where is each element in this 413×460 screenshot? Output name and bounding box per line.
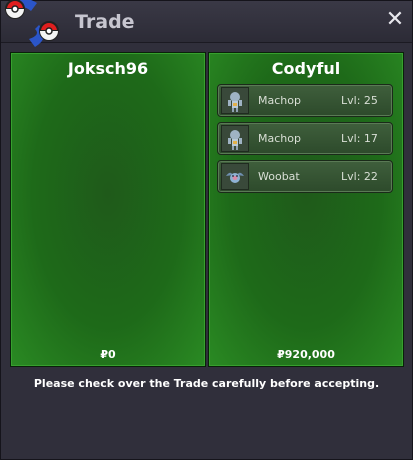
- player-name-left: Joksch96: [67, 59, 149, 78]
- machop-sprite-icon: [221, 125, 249, 152]
- trade-item-slot[interactable]: Woobat Lvl: 22: [217, 160, 393, 193]
- close-icon[interactable]: ✕: [384, 9, 406, 31]
- my-offer-panel[interactable]: Joksch96 ₽0: [10, 52, 206, 367]
- window-title: Trade: [75, 11, 135, 33]
- partner-offer-panel: Codyful Machop Lvl: 25 Machop Lvl: 17 Wo…: [208, 52, 404, 367]
- trade-item-slot[interactable]: Machop Lvl: 25: [217, 84, 393, 117]
- trade-window: Trade ✕ Joksch96 ₽0 Codyful Machop Lvl: …: [0, 0, 413, 460]
- item-level: Lvl: 17: [341, 132, 378, 145]
- item-name: Machop: [258, 132, 301, 145]
- player-name-right: Codyful: [271, 59, 341, 78]
- item-name: Woobat: [258, 170, 300, 183]
- machop-sprite-icon: [221, 87, 249, 114]
- pokeball-logo-icon: [5, 0, 59, 47]
- money-offer-right: ₽920,000: [277, 348, 335, 361]
- item-level: Lvl: 25: [341, 94, 378, 107]
- money-offer-left: ₽0: [100, 348, 116, 361]
- woobat-sprite-icon: [221, 163, 249, 190]
- item-level: Lvl: 22: [341, 170, 378, 183]
- item-name: Machop: [258, 94, 301, 107]
- trade-item-slot[interactable]: Machop Lvl: 17: [217, 122, 393, 155]
- trade-notice: Please check over the Trade carefully be…: [33, 377, 380, 390]
- title-bar[interactable]: Trade ✕: [1, 0, 412, 47]
